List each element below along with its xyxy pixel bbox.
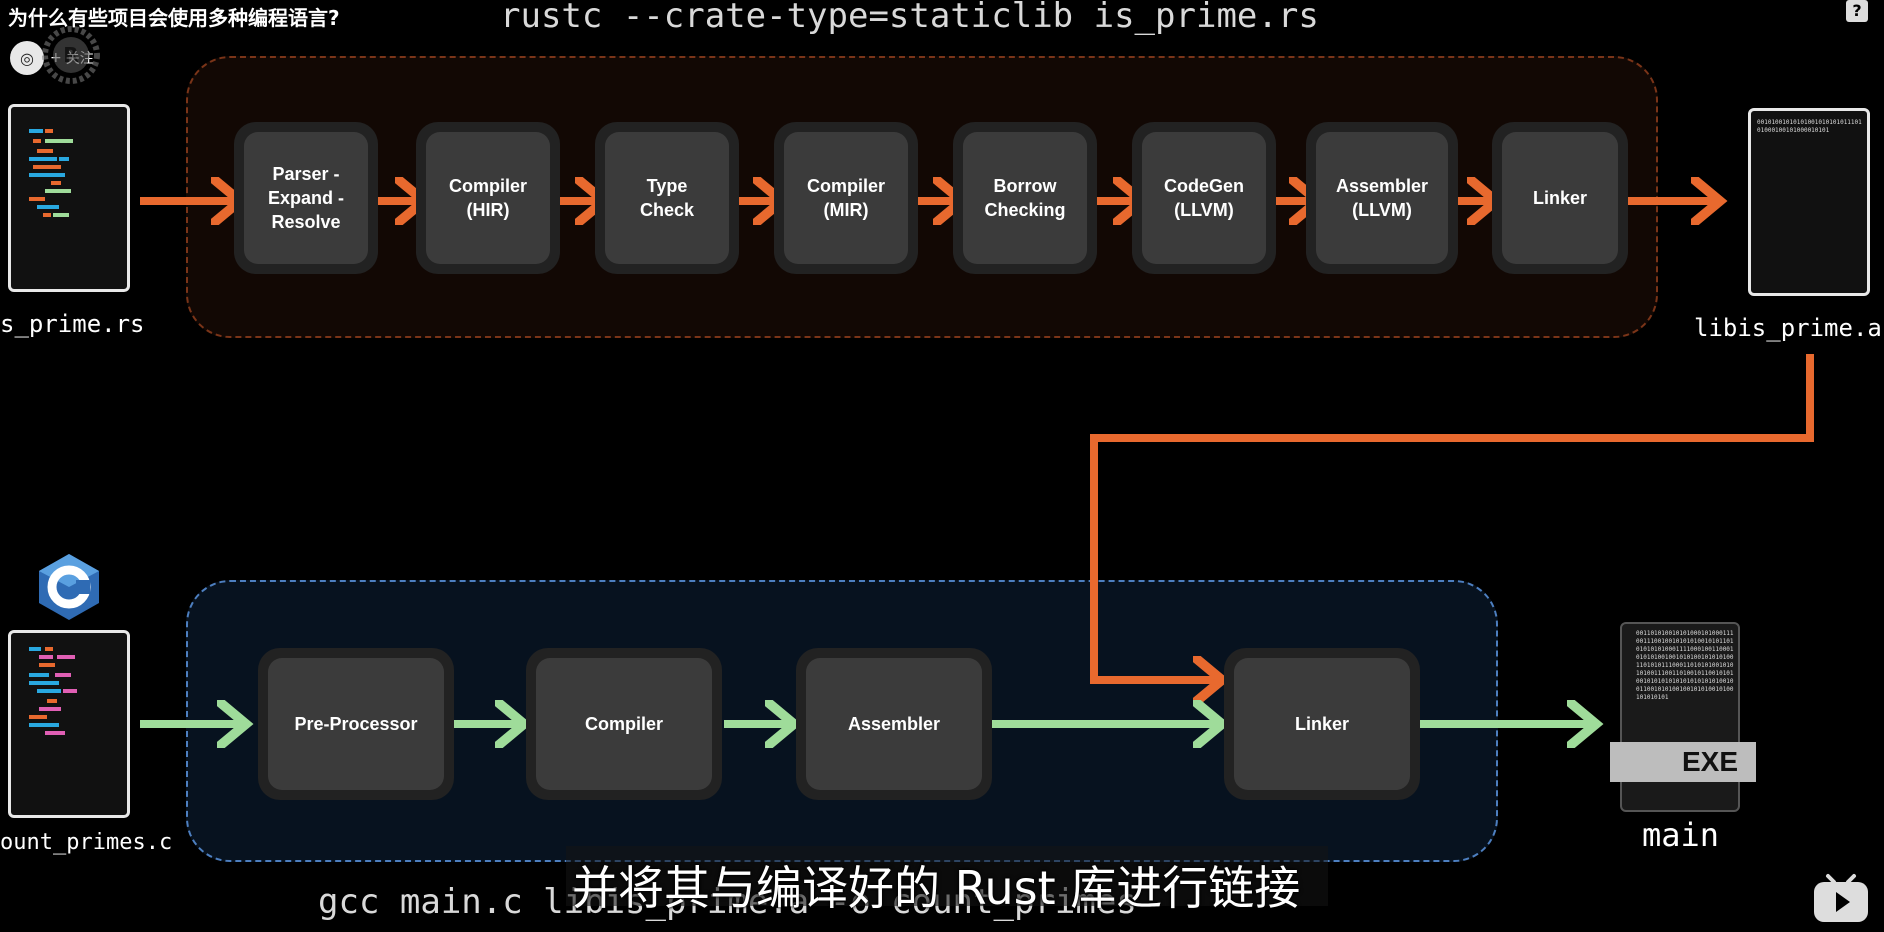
c-source-file-icon [8, 630, 130, 818]
stage-preprocessor: Pre-Processor [258, 648, 454, 800]
stage-compiler-mir: Compiler (MIR) [774, 122, 918, 274]
stage-assembler-llvm: Assembler (LLVM) [1306, 122, 1458, 274]
executable-filename: main [1642, 816, 1720, 854]
stage-codegen-llvm: CodeGen (LLVM) [1132, 122, 1276, 274]
stage-compiler-hir: Compiler (HIR) [416, 122, 560, 274]
rust-source-file-icon [8, 104, 130, 292]
executable-file-icon: 0011010100101010001010001110011100100101… [1610, 622, 1756, 812]
stage-type-check: Type Check [595, 122, 739, 274]
stage-c-compiler: Compiler [526, 648, 722, 800]
c-language-logo-icon [39, 554, 99, 620]
exe-binary-text: 0011010100101010001010001110011100100101… [1636, 630, 1734, 701]
stage-borrow-checking: Borrow Checking [953, 122, 1097, 274]
stage-c-linker: Linker [1224, 648, 1420, 800]
stage-rust-linker: Linker [1492, 122, 1628, 274]
stage-c-assembler: Assembler [796, 648, 992, 800]
rust-source-filename: s_prime.rs [0, 310, 145, 338]
tv-icon[interactable] [1812, 872, 1870, 924]
subtitle-caption: 并将其与编译好的 Rust 库进行链接 [572, 861, 1301, 915]
exe-badge: EXE [1610, 742, 1756, 782]
stage-parser: Parser - Expand - Resolve [234, 122, 378, 274]
static-lib-filename: libis_prime.a [1694, 314, 1882, 342]
static-lib-binary-text: 0010100101010100101010101110101000100101… [1757, 119, 1862, 134]
static-lib-file-icon: 0010100101010100101010101110101000100101… [1748, 108, 1870, 296]
c-source-filename: ount_primes.c [0, 830, 173, 855]
